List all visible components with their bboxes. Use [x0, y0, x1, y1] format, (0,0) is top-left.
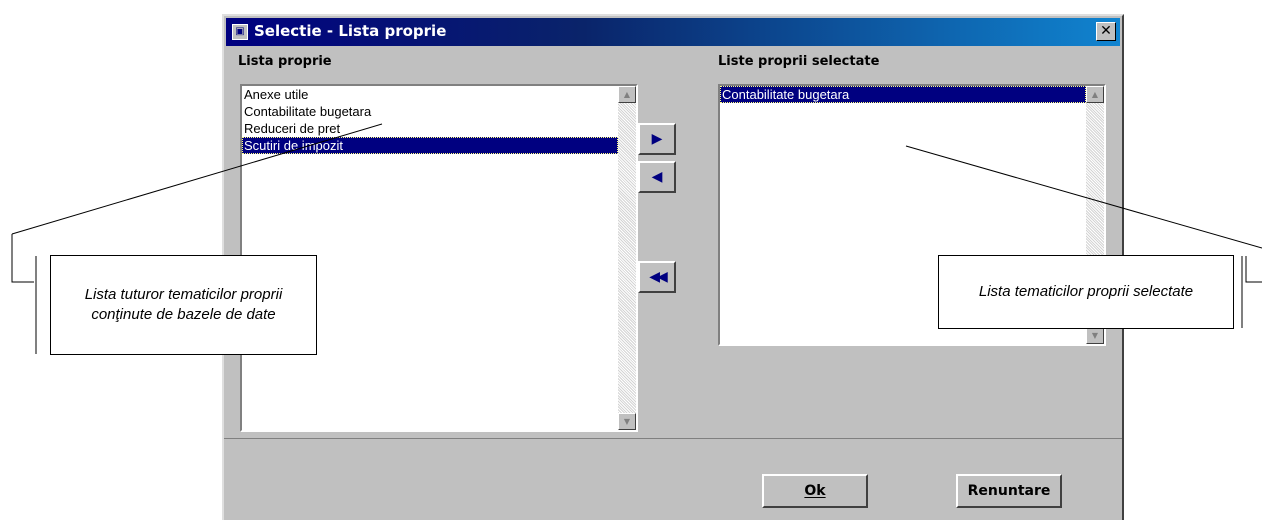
right-pointer-line: [905, 145, 1262, 249]
right-bracket: [1245, 256, 1262, 283]
left-pointer-line: [11, 123, 383, 235]
left-annotation: Lista tuturor tematicilor proprii conţin…: [50, 255, 317, 355]
left-bracket: [11, 234, 34, 283]
right-annotation: Lista tematicilor proprii selectate: [938, 255, 1234, 329]
